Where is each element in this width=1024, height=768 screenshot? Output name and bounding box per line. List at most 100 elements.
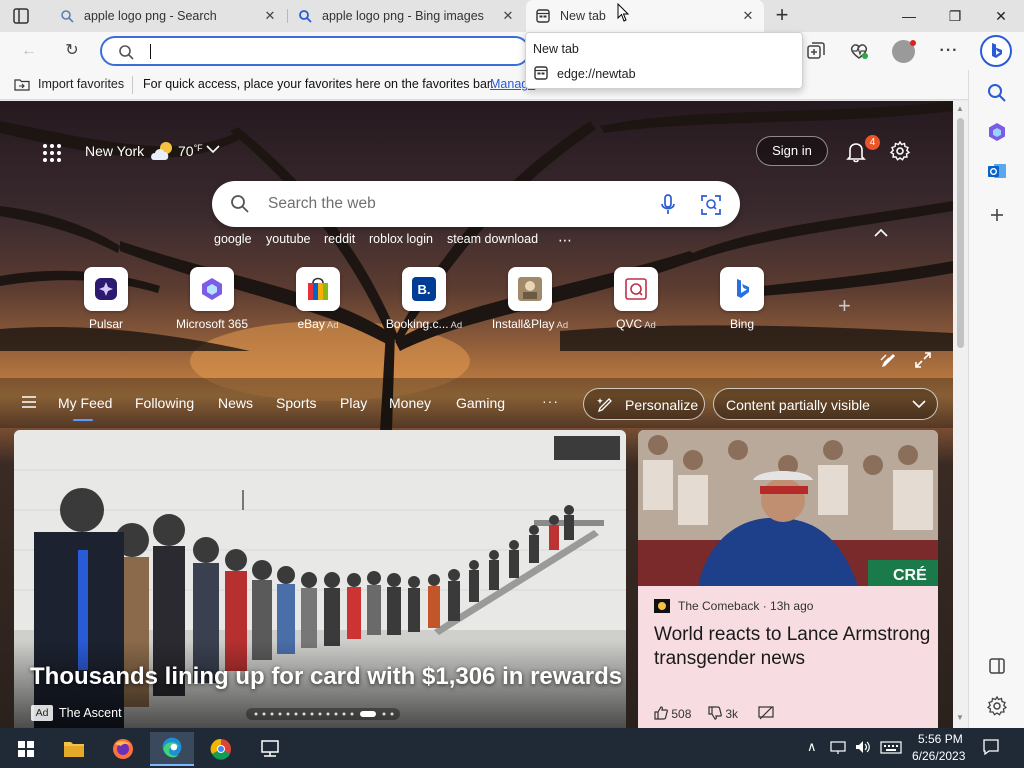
weather-city[interactable]: New York [85,143,144,159]
dislike-button[interactable]: 3k [708,706,738,721]
close-tab-icon[interactable]: ✕ [740,8,756,24]
tab-new-tab[interactable]: New tab ✕ [526,0,764,32]
main-feed-card[interactable]: Thousands lining up for card with $1,306… [14,430,626,728]
main-card-source[interactable]: The Ascent [59,706,122,720]
refresh-icon[interactable]: ↻ [61,40,83,62]
partly-cloudy-icon [151,142,172,160]
file-explorer-icon[interactable] [52,732,96,766]
volume-icon[interactable] [854,739,872,755]
quick-link-microsoft-365[interactable]: Microsoft 365 [167,267,257,337]
quick-link-pulsar[interactable]: Pulsar [61,267,151,337]
collections-icon[interactable] [804,40,826,62]
restore-icon[interactable]: ❐ [932,0,978,32]
tile-name: Booking.c... [385,317,449,331]
close-tab-icon[interactable]: ✕ [262,8,278,24]
close-tab-icon[interactable]: ✕ [500,8,516,24]
quick-link-install-play[interactable]: Install&Play Ad [485,267,575,337]
hide-story-button[interactable] [758,706,774,723]
tray-expand-icon[interactable]: ∧ [807,739,817,755]
copilot-icon[interactable] [980,35,1012,67]
minimize-icon[interactable]: — [886,0,932,32]
web-search-box[interactable]: Search the web [212,181,740,227]
personalize-button[interactable]: Personalize [583,388,705,420]
performance-icon[interactable] [848,40,870,62]
notifications-bell-icon[interactable] [846,141,866,163]
scrollbar-thumb[interactable] [957,118,964,348]
feed-tab-sports[interactable]: Sports [276,395,316,411]
quick-link-qvc[interactable]: QVC Ad [591,267,681,337]
tooltip-title: New tab [533,42,579,56]
side-feed-card[interactable]: CRÉ The Comeback · 13h ago World reacts … [638,430,938,728]
chrome-icon[interactable] [199,732,243,766]
feed-tab-following[interactable]: Following [135,395,194,411]
more-options-icon[interactable]: ··· [938,40,960,62]
edit-background-icon[interactable] [880,351,898,369]
chevron-up-icon[interactable] [874,228,888,238]
hamburger-menu-icon[interactable] [22,396,36,408]
search-placeholder[interactable]: Search the web [268,195,376,213]
quick-link-booking[interactable]: B. Booking.c... Ad [379,267,469,337]
trending-item[interactable]: roblox login [369,232,433,246]
chevron-down-icon[interactable] [206,144,220,154]
gear-icon[interactable] [986,695,1008,717]
scroll-down-icon[interactable]: ▼ [956,713,964,722]
address-bar[interactable] [100,36,530,66]
side-card-headline[interactable]: World reacts to Lance Armstrong transgen… [654,623,934,671]
search-icon[interactable] [986,82,1008,104]
edge-sidebar [968,70,1024,728]
clock-time[interactable]: 5:56 PM [918,732,963,746]
app-launcher-icon[interactable] [42,143,62,163]
feed-tab-news[interactable]: News [218,395,253,411]
feed-tab-money[interactable]: Money [389,395,431,411]
clock-date[interactable]: 6/26/2023 [912,749,965,763]
edge-browser-icon[interactable] [150,732,194,766]
microsoft-365-icon[interactable] [986,121,1008,143]
trending-item[interactable]: reddit [324,232,355,246]
tile-label: Microsoft 365 [167,317,257,331]
bing-icon [720,267,764,311]
sign-in-button[interactable]: Sign in [756,136,828,166]
tab-search[interactable]: apple logo png - Search ✕ [50,0,286,32]
trending-item[interactable]: steam download [447,232,538,246]
outlook-icon[interactable] [986,160,1008,182]
add-icon[interactable] [986,204,1008,226]
notifications-center-icon[interactable] [982,738,1000,756]
svg-text:CRÉ: CRÉ [893,565,927,584]
feed-tab-play[interactable]: Play [340,395,367,411]
scroll-up-icon[interactable]: ▲ [956,104,964,113]
visual-search-icon[interactable] [700,194,722,216]
microphone-icon[interactable] [658,194,678,216]
close-window-icon[interactable]: ✕ [978,0,1024,32]
ad-label: Ad [326,320,339,331]
tab-bing-images[interactable]: apple logo png - Bing images ✕ [288,0,524,32]
back-icon[interactable]: ← [18,40,40,62]
side-card-source[interactable]: The Comeback · 13h ago [678,599,813,613]
feed-tab-my-feed[interactable]: My Feed [58,395,112,411]
firefox-icon[interactable] [101,732,145,766]
remote-desktop-icon[interactable] [248,732,292,766]
quick-link-ebay[interactable]: eBay Ad [273,267,363,337]
page-scrollbar[interactable]: ▲ ▼ [953,101,968,728]
more-feed-tabs-button[interactable]: ··· [542,393,559,409]
windows-start-icon[interactable] [4,732,48,766]
carousel-pager[interactable] [246,708,400,720]
content-visibility-dropdown[interactable]: Content partially visible [713,388,938,420]
trending-item[interactable]: google [214,232,252,246]
more-trending-button[interactable]: ⋯ [558,232,573,249]
main-card-headline[interactable]: Thousands lining up for card with $1,306… [30,663,622,691]
tab-actions-icon[interactable] [12,7,30,25]
keyboard-icon[interactable] [880,739,902,755]
import-favorites-button[interactable]: Import favorites [14,77,124,91]
gear-icon[interactable] [890,141,910,161]
like-button[interactable]: 508 [654,706,691,721]
tooltip-url: edge://newtab [557,67,636,81]
new-tab-button[interactable]: + [772,4,792,26]
weather-temperature[interactable]: 70°F [178,143,203,159]
expand-icon[interactable] [914,351,932,369]
feed-tab-gaming[interactable]: Gaming [456,395,505,411]
add-quick-link-button[interactable]: + [838,293,851,319]
quick-link-bing[interactable]: Bing [697,267,787,337]
trending-item[interactable]: youtube [266,232,310,246]
network-icon[interactable] [830,739,846,755]
hide-sidebar-icon[interactable] [986,655,1008,677]
